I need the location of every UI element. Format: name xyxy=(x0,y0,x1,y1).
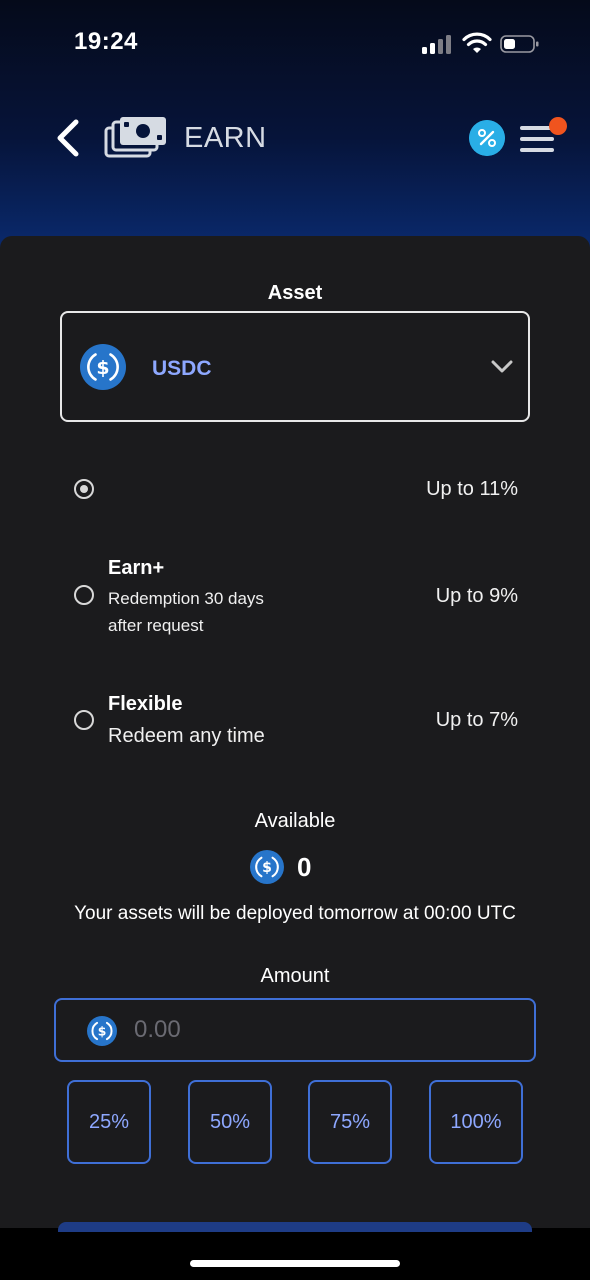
usdc-icon: $ xyxy=(250,850,284,884)
radio-earn-plus[interactable] xyxy=(74,585,94,605)
available-label: Available xyxy=(254,810,336,832)
percent-badge-icon[interactable] xyxy=(469,120,505,156)
percent-25-button[interactable]: 25% xyxy=(67,1080,151,1164)
percent-50-button[interactable]: 50% xyxy=(188,1080,272,1164)
option-description: Redeem any time xyxy=(108,725,265,747)
home-indicator xyxy=(190,1260,400,1267)
option-rate: Up to 7% xyxy=(435,709,518,731)
asset-label: Asset xyxy=(267,282,323,304)
svg-text:$: $ xyxy=(98,1024,107,1039)
svg-text:$: $ xyxy=(262,860,272,876)
option-description: after request xyxy=(108,616,204,635)
radio-selected[interactable] xyxy=(74,479,94,499)
header: 19:24 EARN xyxy=(0,0,590,250)
option-flexible[interactable]: Flexible Redeem any time Up to 7% xyxy=(0,690,590,754)
usdc-icon: $ xyxy=(87,1016,117,1046)
amount-label: Amount xyxy=(260,965,330,987)
option-description: Redemption 30 days xyxy=(108,589,264,608)
option-rate: Up to 11% xyxy=(426,478,518,500)
svg-text:$: $ xyxy=(96,357,109,379)
earn-money-icon xyxy=(104,117,166,158)
bottom-bar xyxy=(0,1228,590,1280)
status-bar: 19:24 xyxy=(0,0,590,80)
signal-icon xyxy=(422,34,454,54)
nav-bar: EARN xyxy=(0,100,590,180)
chevron-down-icon xyxy=(491,360,513,373)
wifi-icon xyxy=(462,32,492,53)
option-rate: Up to 9% xyxy=(435,585,518,607)
back-icon[interactable] xyxy=(50,116,86,160)
submit-button[interactable] xyxy=(58,1222,532,1232)
available-value: 0 xyxy=(297,852,312,882)
option-title: Flexible xyxy=(108,693,183,715)
page-title: EARN xyxy=(184,122,267,154)
usdc-icon: $ xyxy=(80,344,126,390)
amount-input[interactable] xyxy=(134,1012,514,1048)
deploy-note: Your assets will be deployed tomorrow at… xyxy=(74,903,516,924)
amount-field[interactable]: $ xyxy=(54,998,536,1062)
notification-dot xyxy=(549,117,567,135)
status-time: 19:24 xyxy=(74,28,138,55)
percent-100-button[interactable]: 100% xyxy=(429,1080,523,1164)
option-title: Earn+ xyxy=(108,557,165,579)
asset-value: USDC xyxy=(152,357,212,380)
option-default[interactable]: Up to 11% xyxy=(0,470,590,510)
option-earn-plus[interactable]: Earn+ Redemption 30 days after request U… xyxy=(0,555,590,645)
battery-icon xyxy=(500,35,539,53)
asset-dropdown[interactable]: $ USDC xyxy=(60,311,530,422)
percent-75-button[interactable]: 75% xyxy=(308,1080,392,1164)
radio-flexible[interactable] xyxy=(74,710,94,730)
